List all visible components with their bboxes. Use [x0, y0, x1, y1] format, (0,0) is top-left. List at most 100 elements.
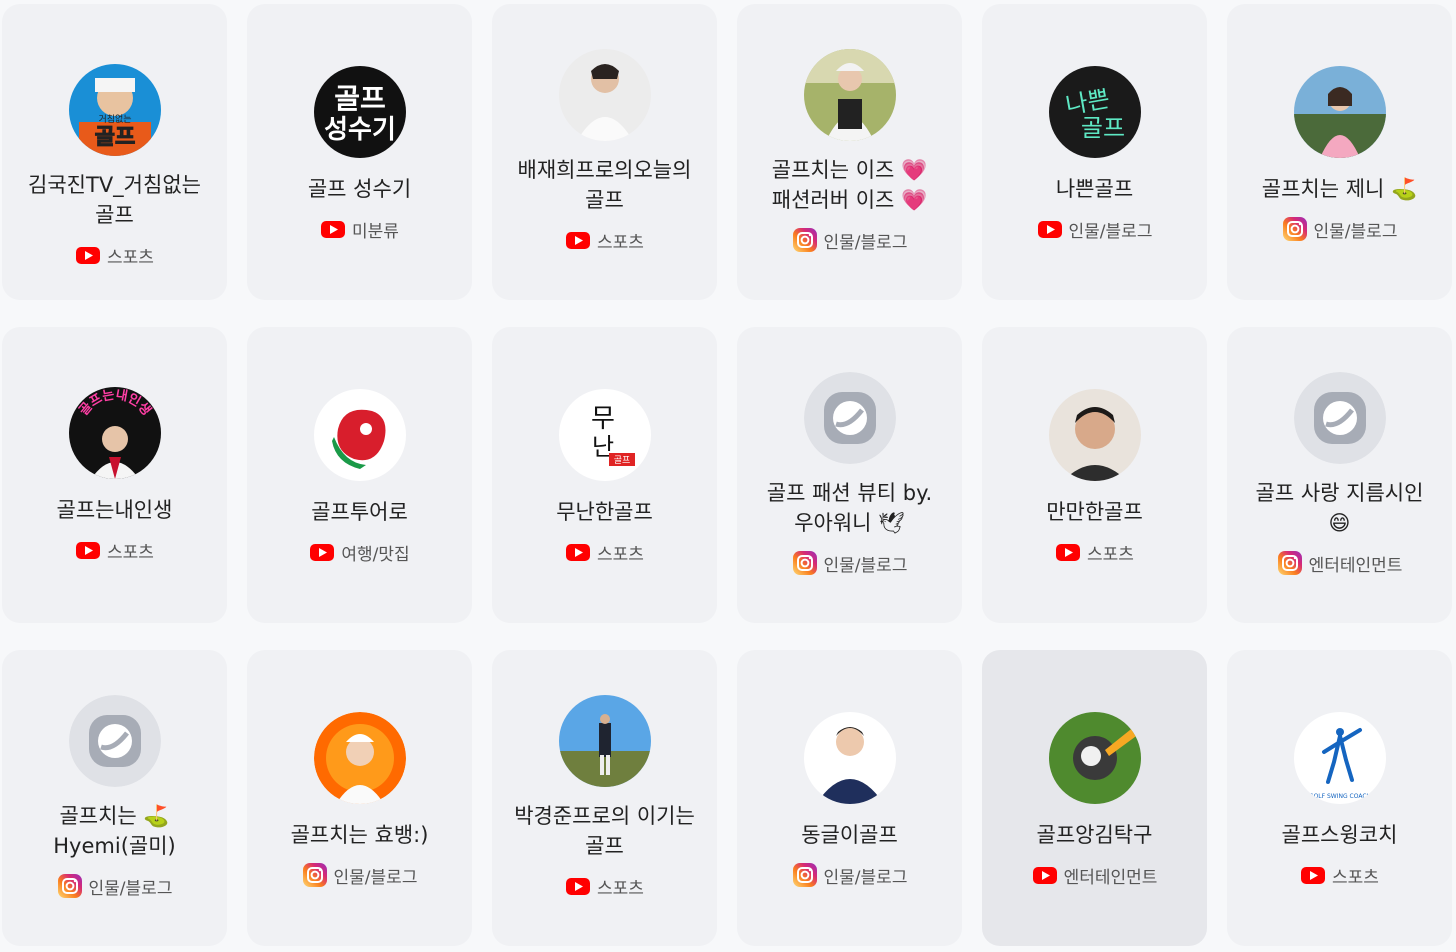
category-label: 스포츠 — [1332, 867, 1379, 888]
meta: 인물/블로그 — [792, 862, 908, 888]
category-label: 인물/블로그 — [823, 555, 908, 576]
influencer-name: 골프 패션 뷰티 by.우아워니 🕊 — [766, 481, 933, 535]
influencer-card[interactable]: 거침없는 골프 김국진TV_거침없는 골프 스포츠 — [2, 4, 227, 300]
avatar — [313, 389, 406, 481]
instagram-icon — [792, 227, 818, 253]
influencer-card[interactable]: 무 난 골프 무난한골프 스포츠 — [492, 327, 717, 623]
influencer-name: 골프 사랑 지름시인 😄 — [1255, 481, 1424, 535]
category-label: 스포츠 — [597, 878, 644, 899]
influencer-name: 무난한골프 — [556, 500, 653, 524]
influencer-card[interactable]: 골프치는 이즈 💗 패션러버 이즈 💗 인물/블로그 — [737, 4, 962, 300]
category-label: 인물/블로그 — [333, 867, 418, 888]
instagram-icon — [1277, 550, 1303, 576]
instagram-icon — [302, 862, 328, 888]
instagram-icon — [792, 550, 818, 576]
youtube-icon — [75, 537, 101, 563]
influencer-name: 골프투어로 — [311, 500, 408, 524]
avatar — [1048, 389, 1141, 481]
meta: 인물/블로그 — [57, 873, 173, 899]
meta: 인물/블로그 — [1037, 216, 1153, 242]
influencer-card[interactable]: 골프투어로 여행/맛집 — [247, 327, 472, 623]
influencer-card[interactable]: 골프앙김탁구 엔터테인먼트 — [982, 650, 1207, 946]
avatar — [803, 49, 896, 141]
meta: 미분류 — [320, 216, 399, 242]
category-label: 여행/맛집 — [341, 544, 410, 565]
avatar-text: 무 — [591, 404, 615, 434]
influencer-card[interactable]: 골프치는 제니 ⛳ 인물/블로그 — [1227, 4, 1452, 300]
youtube-icon — [565, 539, 591, 565]
category-label: 엔터테인먼트 — [1308, 555, 1403, 576]
avatar-sub-text: 골프 — [1080, 114, 1124, 142]
category-label: 스포츠 — [597, 544, 644, 565]
influencer-name: 골프치는 제니 ⛳ — [1261, 177, 1418, 201]
influencer-name: 골프스윙코치 — [1281, 823, 1398, 847]
influencer-grid: 거침없는 골프 김국진TV_거침없는 골프 스포츠 골프 성수기 골프 성수기 미분… — [0, 0, 1456, 952]
instagram-icon — [1282, 216, 1308, 242]
avatar-placeholder-icon — [68, 695, 161, 787]
youtube-icon — [320, 216, 346, 242]
avatar-placeholder-icon — [1293, 372, 1386, 464]
meta: 인물/블로그 — [792, 550, 908, 576]
meta: 인물/블로그 — [792, 227, 908, 253]
avatar — [803, 712, 896, 804]
category-label: 엔터테인먼트 — [1063, 867, 1158, 888]
avatar — [558, 695, 651, 787]
influencer-name: 동글이골프 — [801, 823, 898, 847]
youtube-icon — [1032, 862, 1058, 888]
influencer-name: 나쁜골프 — [1055, 177, 1134, 201]
meta: 스포츠 — [1300, 862, 1379, 888]
influencer-card[interactable]: 동글이골프 인물/블로그 — [737, 650, 962, 946]
category-label: 인물/블로그 — [823, 232, 908, 253]
avatar: 나쁜 골프 — [1048, 66, 1141, 158]
youtube-icon — [1037, 216, 1063, 242]
influencer-name: 박경준프로의 이기는 골프 — [514, 804, 695, 858]
avatar-sub-text: 거침없는 — [98, 114, 131, 125]
influencer-card[interactable]: 골프치는 효뱅:) 인물/블로그 — [247, 650, 472, 946]
avatar-tag-text: 골프 — [613, 455, 630, 466]
meta: 엔터테인먼트 — [1032, 862, 1158, 888]
influencer-name: 골프치는 ⛳ Hyemi(골미) — [53, 804, 176, 858]
influencer-name: 배재희프로의오늘의 골프 — [517, 158, 692, 212]
meta: 여행/맛집 — [309, 539, 410, 565]
avatar — [558, 49, 651, 141]
influencer-name: 골프는내인생 — [56, 498, 173, 522]
meta: 스포츠 — [565, 539, 644, 565]
meta: 스포츠 — [565, 227, 644, 253]
influencer-card[interactable]: 배재희프로의오늘의 골프 스포츠 — [492, 4, 717, 300]
avatar — [1293, 66, 1386, 158]
avatar — [313, 712, 406, 804]
youtube-icon — [565, 873, 591, 899]
instagram-icon — [57, 873, 83, 899]
avatar-sub-text: 성수기 — [324, 115, 396, 145]
avatar-placeholder-icon — [803, 372, 896, 464]
category-label: 인물/블로그 — [1068, 221, 1153, 242]
influencer-card[interactable]: 만만한골프 스포츠 — [982, 327, 1207, 623]
avatar-text: 골프 — [334, 82, 386, 115]
category-label: 스포츠 — [1087, 544, 1134, 565]
avatar: GOLF SWING COACH — [1293, 712, 1386, 804]
category-label: 스포츠 — [107, 247, 154, 268]
influencer-card[interactable]: 골프 패션 뷰티 by.우아워니 🕊 인물/블로그 — [737, 327, 962, 623]
youtube-icon — [565, 227, 591, 253]
influencer-card[interactable]: 골프 성수기 골프 성수기 미분류 — [247, 4, 472, 300]
influencer-card[interactable]: 골프는내인생 골프는내인생 스포츠 — [2, 327, 227, 623]
influencer-name: 김국진TV_거침없는 골프 — [28, 173, 201, 227]
influencer-card[interactable]: 골프치는 ⛳ Hyemi(골미) 인물/블로그 — [2, 650, 227, 946]
avatar — [1048, 712, 1141, 804]
category-label: 인물/블로그 — [88, 878, 173, 899]
avatar-text: 골프 — [94, 125, 134, 150]
meta: 스포츠 — [1055, 539, 1134, 565]
influencer-card[interactable]: 나쁜 골프 나쁜골프 인물/블로그 — [982, 4, 1207, 300]
avatar: 거침없는 골프 — [68, 64, 161, 156]
influencer-card[interactable]: GOLF SWING COACH 골프스윙코치 스포츠 — [1227, 650, 1452, 946]
influencer-card[interactable]: 골프 사랑 지름시인 😄 엔터테인먼트 — [1227, 327, 1452, 623]
category-label: 인물/블로그 — [1313, 221, 1398, 242]
influencer-name: 골프치는 이즈 💗 패션러버 이즈 💗 — [771, 158, 928, 212]
category-label: 스포츠 — [107, 542, 154, 563]
youtube-icon — [1055, 539, 1081, 565]
influencer-card[interactable]: 박경준프로의 이기는 골프 스포츠 — [492, 650, 717, 946]
meta: 엔터테인먼트 — [1277, 550, 1403, 576]
category-label: 인물/블로그 — [823, 867, 908, 888]
meta: 스포츠 — [75, 242, 154, 268]
meta: 인물/블로그 — [1282, 216, 1398, 242]
